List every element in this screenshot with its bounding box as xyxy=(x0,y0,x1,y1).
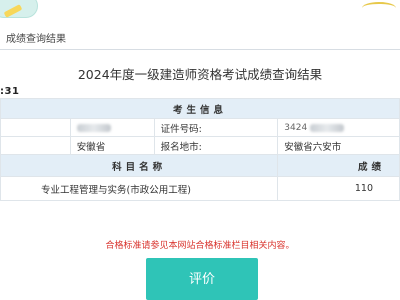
province-label-cell xyxy=(0,136,71,155)
result-table: 考生信息 证件号码: 3424 安徽省 报名地市: 安徽省六安市 科目名称 成绩… xyxy=(0,98,400,201)
redacted-id xyxy=(310,123,345,132)
page-title: 2024年度一级建造师资格考试成绩查询结果 xyxy=(77,67,323,82)
subject-name: 专业工程管理与实务(市政公用工程) xyxy=(0,176,279,201)
name-value-cell xyxy=(69,118,155,137)
table-row: 专业工程管理与实务(市政公用工程) 110 xyxy=(0,176,400,201)
score-result-page: 成绩查询结果 2024年度一级建造师资格考试成绩查询结果 :31 考生信息 证件… xyxy=(0,0,400,300)
region-label: 报名地市: xyxy=(153,136,279,155)
province-value: 安徽省 xyxy=(69,136,155,155)
subject-header: 科目名称 xyxy=(0,154,279,177)
region-value: 安徽省六安市 xyxy=(277,136,400,155)
evaluate-button[interactable]: 评价 xyxy=(146,258,258,300)
breadcrumb-label: 成绩查询结果 xyxy=(6,34,66,45)
name-label-cell xyxy=(0,118,71,137)
subject-score: 110 xyxy=(277,176,400,201)
info-section-header: 考生信息 xyxy=(0,98,400,119)
breadcrumb: 成绩查询结果 xyxy=(0,30,400,50)
info-section-title: 考生信息 xyxy=(0,98,400,119)
info-row: 安徽省 报名地市: 安徽省六安市 xyxy=(0,136,400,155)
redacted-name xyxy=(76,123,111,132)
info-row: 证件号码: 3424 xyxy=(0,118,400,137)
pass-standard-notice: 合格标准请参见本网站合格标准栏目相关内容。 xyxy=(105,241,295,251)
score-header-row: 科目名称 成绩 xyxy=(0,154,400,177)
id-value-partial: 3424 xyxy=(284,123,308,133)
decorative-squiggle-icon xyxy=(362,2,396,14)
exam-id: :31 xyxy=(0,86,20,97)
id-label: 证件号码: xyxy=(153,118,279,137)
id-value-cell: 3424 xyxy=(277,118,400,137)
score-header: 成绩 xyxy=(277,154,400,177)
